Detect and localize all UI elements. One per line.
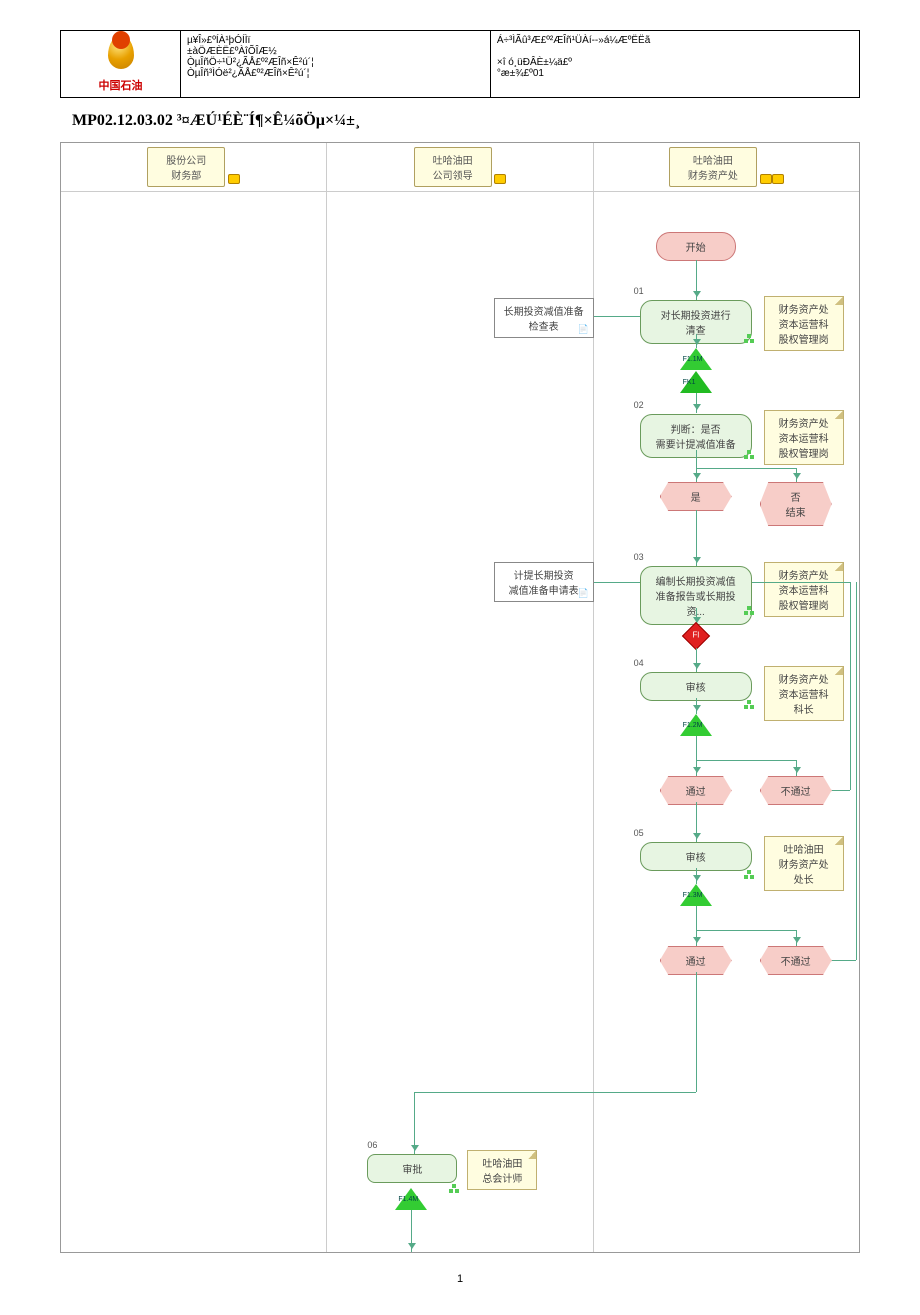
arrow-03b [696,648,697,672]
f13m-label: F1.3M [683,892,709,899]
org-icon [744,606,754,614]
hdr-r2: ×î ó¸üÐÂÈ±¼ä£º [497,57,853,68]
hdr-right: Á÷³ÌÃû³Æ£º²ÆÎñ¹ÜÀí--»á¼ÆºËËã ×î ó¸üÐÂÈ±¼… [490,31,859,98]
fk1-tri: FK1 [680,371,712,393]
conn-05-06-v [696,972,697,1092]
num-03: 03 [634,552,644,562]
start-node: 开始 [656,232,736,261]
doc-03: 计提长期投资 减值准备申请表 [494,562,594,602]
lane-hd-2: 吐哈油田 公司领导 [327,143,593,191]
arrow-after-06 [411,1210,412,1252]
f11m-tri: F1.1M [680,348,712,370]
loop-04-h1 [832,790,850,791]
lane-label-1: 股份公司 财务部 [147,147,225,187]
arrow-pass04 [696,802,697,842]
f12m-label: F1.2M [683,722,709,729]
people-icon [760,174,784,187]
conn-05-06-down [414,1092,415,1154]
doc-01: 长期投资减值准备 检查表 [494,298,594,338]
arrow-05b [696,906,697,946]
role-05: 吐哈油田 财务资产处 处长 [764,836,844,891]
f13m-tri: F1.3M [680,884,712,906]
loop-04-v [850,582,851,790]
logo-text: 中国石油 [67,77,174,93]
f14m-tri: F1.4M [395,1188,427,1210]
page-number: 1 [60,1273,860,1285]
hex-nopass-05: 不通过 [760,946,832,975]
org-icon [744,870,754,878]
num-04: 04 [634,658,644,668]
conn-doc01 [594,316,640,317]
hdr-l4: ÒµÎñ³ÌÓë²¿ÃÅ£º²ÆÎñ×Ê²ú´¦ [187,68,484,79]
people-icon [494,174,506,187]
hex-nopass-04: 不通过 [760,776,832,805]
num-02: 02 [634,400,644,410]
loop-05-v [856,582,857,960]
arrow-05np [796,930,797,946]
arrow-05a [696,868,697,884]
loop-05-h1 [832,960,856,961]
node-06: 审批 [367,1154,457,1183]
logo-cell: 中国石油 [61,31,181,98]
hdr-l3: ÒµÎñÖ÷¹Ü²¿ÃÅ£º²ÆÎñ×Ê²ú´¦ [187,57,484,68]
org-icon [744,450,754,458]
hex-pass-04: 通过 [660,776,732,805]
hdr-r1: Á÷³ÌÃû³Æ£º²ÆÎñ¹ÜÀí--»á¼ÆºËËã [497,35,853,46]
arrow-02 [696,450,697,482]
lane-hd-3: 吐哈油田 财务资产处 [594,143,859,191]
f14m-label: F1.4M [398,1196,424,1203]
arrow-yes [696,510,697,566]
role-06: 吐哈油田 总会计师 [467,1150,537,1190]
branch-02 [696,468,796,469]
arrow-01a [696,334,697,348]
f12m-tri: F1.2M [680,714,712,736]
arrow-04np [796,760,797,776]
petrochina-logo [101,35,141,75]
fl-label: Fl [692,631,699,640]
f11m-label: F1.1M [683,356,709,363]
org-icon [449,1184,459,1192]
arrow-start [696,260,697,300]
lane-label-2: 吐哈油田 公司领导 [414,147,492,187]
arrow-04a [696,698,697,714]
conn-05-06-h [414,1092,696,1093]
people-icon [228,174,240,187]
lane-hd-1: 股份公司 财务部 [61,143,327,191]
role-04: 财务资产处 资本运营科 科长 [764,666,844,721]
role-01: 财务资产处 资本运营科 股权管理岗 [764,296,844,351]
role-03: 财务资产处 资本运营科 股权管理岗 [764,562,844,617]
node-06-text: 审批 [402,1165,422,1176]
arrow-04b [696,736,697,776]
hex-pass-05: 通过 [660,946,732,975]
loop-04-h2 [752,582,850,583]
header-table: 中国石油 µ¥Î»£ºÍÀ¹þÓÍÌï ±àÖÆÈË£ºÀîÕÎÆ½ ÒµÎñÖ… [60,30,860,98]
hex-yes-02: 是 [660,482,732,511]
lane-1 [61,192,327,1252]
arrow-01b [696,393,697,413]
lane-label-3: 吐哈油田 财务资产处 [669,147,757,187]
lane-2: 06 审批 吐哈油田 总会计师 F1.4M [327,192,593,1252]
lane-3: 开始 01 长期投资减值准备 检查表 对长期投资进行 清查 财务资产处 资本运营… [594,192,859,1252]
arrow-02no [796,468,797,482]
branch-05 [696,930,796,931]
conn-doc03 [594,582,640,583]
hdr-l2: ±àÖÆÈË£ºÀîÕÎÆ½ [187,46,484,57]
num-01: 01 [634,286,644,296]
node-04: 审核 [640,672,752,701]
org-icon [744,334,754,342]
num-05: 05 [634,828,644,838]
hex-no-end: 否 结束 [760,482,832,526]
role-02: 财务资产处 资本运营科 股权管理岗 [764,410,844,465]
hdr-r3: °æ±¾£º01 [497,68,853,79]
flow-diagram: 股份公司 财务部 吐哈油田 公司领导 吐哈油田 财务资产处 06 审批 吐哈油田… [60,142,860,1253]
org-icon [744,700,754,708]
fk1-label: FK1 [683,379,709,386]
hdr-left: µ¥Î»£ºÍÀ¹þÓÍÌï ±àÖÆÈË£ºÀîÕÎÆ½ ÒµÎñÖ÷¹Ü²¿… [181,31,491,98]
num-06: 06 [367,1140,377,1150]
branch-04 [696,760,796,761]
node-05: 审核 [640,842,752,871]
page-title: MP02.12.03.02 ³¤ÆÚ¹ÉÈ¨Í¶×Ê¼õÖµ×¼±¸ [60,98,860,138]
hdr-l1: µ¥Î»£ºÍÀ¹þÓÍÌï [187,35,484,46]
fl-diamond: Fl [682,622,710,650]
